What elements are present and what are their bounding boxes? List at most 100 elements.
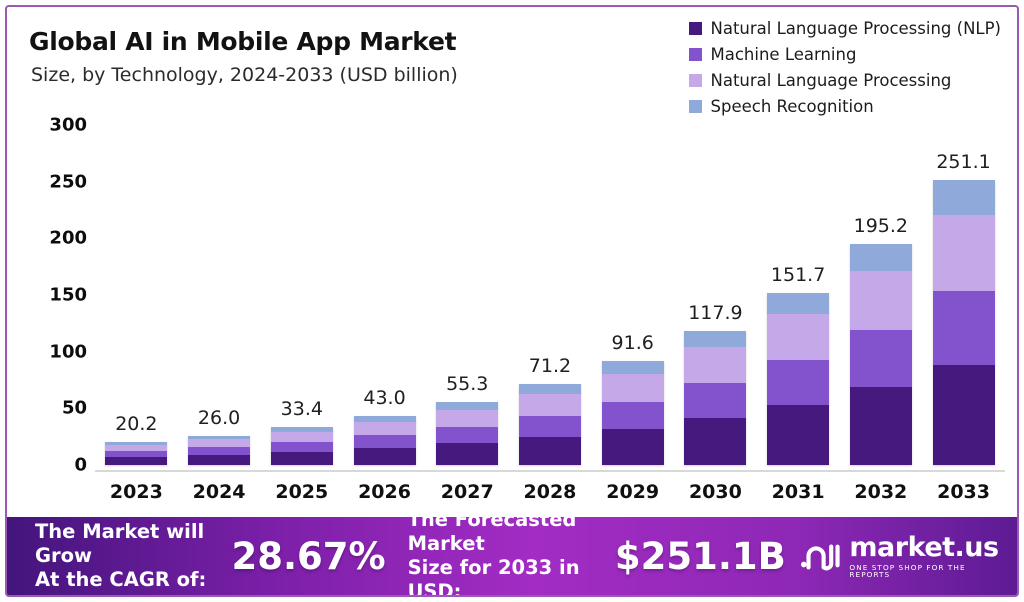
bar-stack[interactable]	[601, 361, 664, 465]
bar-segment[interactable]	[684, 383, 747, 419]
bar-segment[interactable]	[932, 214, 995, 292]
footer-cagr-value: 28.67%	[231, 534, 386, 578]
bar-column[interactable]: 55.3	[435, 107, 499, 472]
bar-segment[interactable]	[684, 418, 747, 465]
bar-segment[interactable]	[767, 313, 830, 360]
footer-size-value: $251.1B	[614, 534, 786, 578]
bar-segment[interactable]	[518, 436, 581, 465]
legend-item[interactable]: Machine Learning	[688, 45, 1002, 64]
bar-segment[interactable]	[518, 415, 581, 437]
x-axis-tick-label: 2026	[358, 481, 411, 503]
bar-segment[interactable]	[436, 402, 499, 410]
bar-stack[interactable]	[105, 442, 168, 465]
brand-tagline: ONE STOP SHOP FOR THE REPORTS	[849, 562, 966, 579]
x-axis-tick-label: 2030	[688, 481, 742, 503]
bar-total-label: 26.0	[197, 406, 241, 429]
bar-stack[interactable]	[767, 293, 830, 465]
legend-item-label: Machine Learning	[710, 45, 857, 64]
bar-stack[interactable]	[188, 435, 251, 465]
bar-stack[interactable]	[518, 384, 581, 465]
bar-segment[interactable]	[601, 373, 664, 402]
bar-column[interactable]: 251.1	[932, 107, 996, 472]
bar-segment[interactable]	[601, 361, 664, 374]
bar-column[interactable]: 20.2	[105, 107, 169, 472]
legend-item[interactable]: Natural Language Processing (NLP)	[688, 19, 1002, 38]
chart-plot-area: 0 50 100 150 200 250 300 20.2 26.0 33.4 43.0 55.3 7…	[7, 107, 1017, 476]
x-axis-tick-label: 2025	[275, 481, 329, 503]
y-axis-tick-label: 0	[74, 454, 87, 476]
chart-legend: Natural Language Processing (NLP) Machine…	[688, 19, 1002, 116]
bar-segment[interactable]	[932, 291, 995, 366]
x-axis-tick-label: 2032	[854, 481, 908, 503]
brand-text: market.us ONE STOP SHOP FOR THE REPORTS	[849, 534, 1001, 579]
bar-segment[interactable]	[270, 431, 333, 442]
bar-stack[interactable]	[270, 427, 333, 465]
footer-size-label: The Forecasted Market Size for 2033 in U…	[407, 508, 580, 597]
x-axis-tick-label: 2029	[606, 481, 660, 503]
bar-segment[interactable]	[601, 428, 664, 465]
bar-column[interactable]: 117.9	[684, 107, 748, 472]
bar-segment[interactable]	[436, 443, 499, 465]
bar-segment[interactable]	[353, 422, 416, 436]
bar-segment[interactable]	[270, 451, 333, 465]
bar-segment[interactable]	[849, 329, 912, 388]
bar-total-label: 43.0	[363, 387, 406, 410]
bar-segment[interactable]	[518, 394, 581, 416]
bar-column[interactable]: 71.2	[518, 107, 582, 472]
bar-column[interactable]: 33.4	[270, 107, 334, 472]
bar-stack[interactable]	[353, 416, 416, 465]
brand-block: market.us ONE STOP SHOP FOR THE REPORTS	[800, 534, 1001, 579]
bar-column[interactable]: 43.0	[353, 107, 417, 472]
bar-column[interactable]: 91.6	[601, 107, 665, 472]
y-axis-tick-label: 250	[49, 171, 87, 193]
bar-stack[interactable]	[849, 243, 912, 465]
bar-segment[interactable]	[188, 446, 251, 455]
bar-segment[interactable]	[932, 180, 995, 215]
bar-segment[interactable]	[767, 359, 830, 405]
legend-item-label: Natural Language Processing (NLP)	[710, 19, 1002, 38]
legend-item[interactable]: Natural Language Processing	[688, 71, 1002, 90]
bar-total-label: 71.2	[528, 355, 572, 378]
bar-segment[interactable]	[353, 447, 416, 465]
market-us-logo-icon	[800, 544, 840, 571]
bar-segment[interactable]	[767, 404, 830, 465]
bar-stack[interactable]	[932, 180, 995, 465]
bar-total-label: 33.4	[280, 398, 323, 421]
legend-swatch-icon	[688, 22, 702, 35]
bar-segment[interactable]	[849, 243, 912, 271]
bar-segment[interactable]	[353, 435, 416, 448]
x-axis-tick-label: 2033	[937, 481, 990, 503]
bar-column[interactable]: 26.0	[187, 107, 251, 472]
bar-segment[interactable]	[601, 401, 664, 429]
bar-segment[interactable]	[849, 387, 912, 465]
y-axis-tick-label: 100	[49, 341, 87, 363]
bar-segment[interactable]	[849, 270, 912, 330]
bar-segment[interactable]	[270, 441, 333, 452]
y-axis-tick-label: 150	[49, 284, 87, 306]
x-axis-tick-label: 2028	[523, 481, 577, 503]
bar-stack[interactable]	[436, 402, 499, 465]
bar-segment[interactable]	[767, 293, 830, 314]
bar-segment[interactable]	[684, 331, 747, 348]
y-axis-tick-label: 300	[49, 114, 87, 136]
y-axis-tick-label: 200	[49, 227, 87, 249]
chart-subtitle: Size, by Technology, 2024-2033 (USD bill…	[31, 64, 458, 86]
bar-stack[interactable]	[684, 331, 747, 465]
bar-segment[interactable]	[105, 456, 168, 465]
bar-segment[interactable]	[518, 384, 581, 395]
bar-segment[interactable]	[188, 454, 251, 465]
bar-column[interactable]: 151.7	[766, 107, 830, 472]
bar-segment[interactable]	[436, 409, 499, 427]
bar-column[interactable]: 195.2	[849, 107, 913, 472]
bar-series-group: 20.2 26.0 33.4 43.0 55.3 71.2 91.6 117.9 151.7 19…	[95, 107, 1005, 472]
footer-cagr-label: The Market will Grow At the CAGR of:	[35, 520, 207, 591]
bar-segment[interactable]	[436, 426, 499, 444]
x-axis-tick-label: 2024	[192, 481, 246, 503]
chart-card: Global AI in Mobile App Market Size, by …	[5, 5, 1019, 597]
bar-segment[interactable]	[188, 439, 251, 447]
bar-segment[interactable]	[932, 365, 995, 465]
brand-name: market.us	[849, 531, 999, 563]
bar-total-label: 251.1	[936, 151, 991, 174]
bar-total-label: 151.7	[770, 264, 826, 287]
bar-segment[interactable]	[684, 347, 747, 384]
